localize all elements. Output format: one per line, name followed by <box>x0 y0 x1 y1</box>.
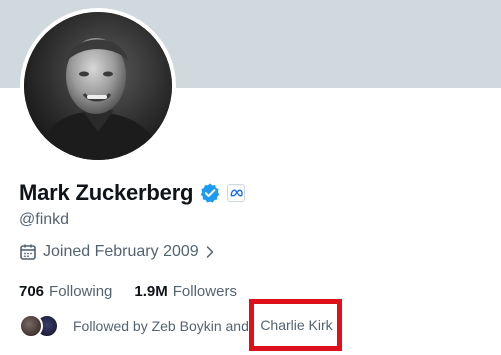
followers-count: 1.9M <box>134 283 168 300</box>
following-link[interactable]: 706 Following <box>19 283 112 300</box>
joined-date-text: Joined February 2009 <box>43 243 199 260</box>
following-label: Following <box>49 283 113 300</box>
followed-by-row[interactable]: Followed by Zeb Boykin and <box>19 314 249 338</box>
profile-handle: @fink​d <box>19 211 70 228</box>
profile-page: Mark Zuckerberg @fink​d <box>0 0 501 355</box>
verified-badge-icon[interactable] <box>199 182 221 204</box>
followed-by-text: Followed by Zeb Boykin and <box>73 318 249 334</box>
profile-avatar[interactable] <box>20 8 176 164</box>
followers-label: Followers <box>172 283 237 300</box>
followed-by-avatars <box>19 314 61 338</box>
chevron-right-icon[interactable] <box>205 244 215 260</box>
avatar <box>19 314 43 338</box>
profile-name-row: Mark Zuckerberg <box>19 180 246 206</box>
highlight-annotation-box: Charlie Kirk <box>249 299 342 351</box>
followers-link[interactable]: 1.9M Followers <box>134 283 237 300</box>
meta-logo-icon[interactable] <box>227 184 246 202</box>
followed-by-highlighted-name[interactable]: Charlie Kirk <box>258 317 332 333</box>
avatar-portrait-image <box>24 12 172 160</box>
following-count: 706 <box>19 283 45 300</box>
joined-date-row[interactable]: Joined February 2009 <box>19 243 215 261</box>
avatar-photo <box>24 12 172 160</box>
calendar-icon <box>19 243 37 261</box>
profile-name: Mark Zuckerberg <box>19 180 194 205</box>
follow-stats-row: 706 Following 1.9M Followers <box>19 283 237 300</box>
